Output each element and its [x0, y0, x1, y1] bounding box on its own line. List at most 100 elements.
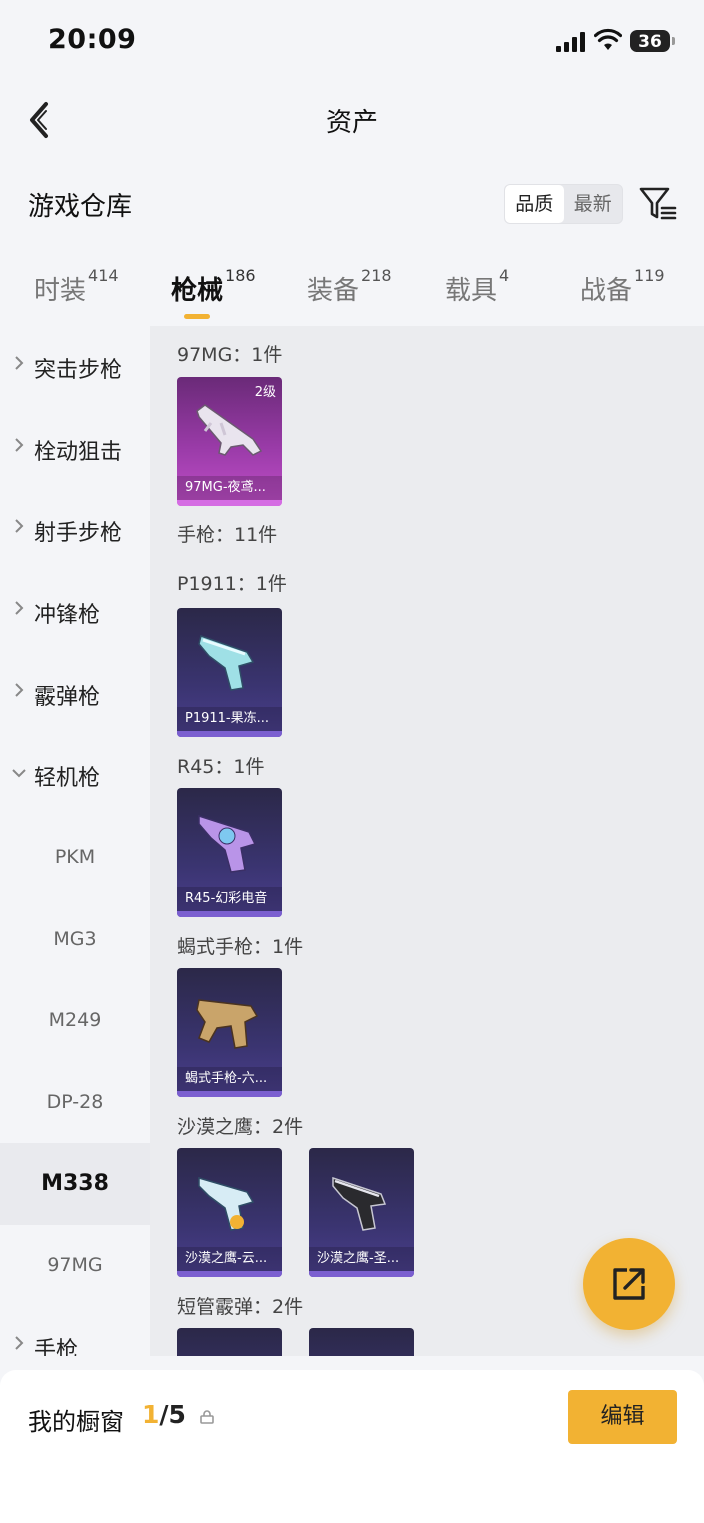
pistol-icon: [196, 999, 259, 1049]
chevron-right-icon: [15, 601, 24, 615]
showcase-bar: 我的橱窗 1/5 编辑: [0, 1370, 704, 1523]
rarity-bar: [309, 1271, 414, 1277]
sidebar-item-label: 手枪: [34, 1338, 79, 1356]
rarity-bar: [177, 1091, 282, 1097]
weapon-name: 97MG-夜鸢...: [177, 476, 282, 500]
battery-level: 36: [638, 32, 662, 52]
showcase-title: 我的橱窗: [28, 1408, 124, 1436]
tab-count: 4: [499, 266, 510, 285]
filter-icon: [639, 187, 677, 220]
share-button[interactable]: [583, 1238, 675, 1330]
sidebar-subitem-mg3[interactable]: MG3: [0, 898, 150, 980]
sidebar-subitem-m338[interactable]: M338: [0, 1143, 150, 1225]
sidebar-subitem-m249[interactable]: M249: [0, 979, 150, 1061]
weapon-card[interactable]: 蝎式手枪-六...: [177, 968, 282, 1097]
sort-toggle: 品质 最新: [504, 184, 623, 224]
lock-icon: [200, 1410, 214, 1424]
weapon-card[interactable]: 2级 97MG-夜鸢...: [177, 377, 282, 506]
weapon-name: 沙漠之鹰-云...: [177, 1247, 282, 1271]
group-title-desert-eagle: 沙漠之鹰：2件: [177, 1116, 304, 1138]
group-title-short-shotgun: 短管霰弹：2件: [177, 1296, 304, 1318]
group-title-r45: R45：1件: [177, 756, 265, 778]
weapon-card[interactable]: 沙漠之鹰-圣...: [309, 1148, 414, 1277]
battery-icon: 36: [630, 30, 670, 52]
sidebar-item-label: 轻机枪: [34, 766, 101, 791]
sidebar-item-lmg[interactable]: 轻机枪: [0, 734, 150, 816]
tab-count: 186: [225, 266, 256, 285]
page-title: 资产: [325, 108, 378, 138]
revolver-icon: [198, 814, 257, 873]
chevron-down-icon: [12, 769, 26, 778]
tab-weapons[interactable]: 枪械186: [171, 266, 256, 307]
sidebar-item-label: 霰弹枪: [34, 685, 101, 710]
section-title: 游戏仓库: [28, 192, 133, 222]
rarity-bar: [177, 500, 282, 506]
weapon-list: 97MG：1件 2级 97MG-夜鸢... 手枪：11件 P1911：1件 P1…: [150, 326, 704, 1356]
sidebar-item-label: 突击步枪: [34, 358, 123, 383]
tab-label: 载具: [445, 276, 498, 306]
tab-gear[interactable]: 战备119: [580, 266, 665, 307]
weapon-name: 蝎式手枪-六...: [177, 1067, 282, 1091]
group-title-p1911: P1911：1件: [177, 573, 287, 595]
group-title-97mg: 97MG：1件: [177, 344, 283, 366]
weapon-card[interactable]: [177, 1328, 282, 1356]
weapon-card[interactable]: R45-幻彩电音: [177, 788, 282, 917]
chevron-right-icon: [15, 438, 24, 452]
sort-latest-button[interactable]: 最新: [564, 185, 623, 223]
active-tab-indicator: [184, 314, 210, 319]
pistol-icon: [198, 1177, 255, 1231]
showcase-total: /5: [159, 1400, 186, 1429]
edit-button[interactable]: 编辑: [568, 1390, 677, 1444]
weapon-card[interactable]: P1911-果冻...: [177, 608, 282, 737]
weapon-name: R45-幻彩电音: [177, 887, 282, 911]
sidebar-item-label: 射手步枪: [34, 521, 123, 546]
chevron-right-icon: [15, 683, 24, 697]
chevron-right-icon: [15, 519, 24, 533]
group-title-pistol: 手枪：11件: [177, 524, 278, 546]
weapon-name: 沙漠之鹰-圣...: [309, 1247, 414, 1271]
tab-fashion[interactable]: 时装414: [34, 266, 119, 307]
filter-button[interactable]: [638, 184, 678, 224]
category-tabs: 时装414 枪械186 装备218 载具4 战备119: [0, 262, 704, 326]
group-title-scorpion: 蝎式手枪：1件: [177, 936, 304, 958]
sidebar-item-pistol[interactable]: 手枪: [0, 1306, 150, 1356]
battery-tip: [672, 37, 675, 45]
sidebar-subitem-pkm[interactable]: PKM: [0, 816, 150, 898]
sidebar-item-smg[interactable]: 冲锋枪: [0, 571, 150, 653]
sidebar-item-marksman-rifle[interactable]: 射手步枪: [0, 489, 150, 571]
signal-icon: [556, 32, 588, 52]
showcase-current: 1: [142, 1400, 160, 1429]
sort-quality-button[interactable]: 品质: [505, 185, 564, 223]
weapon-name: P1911-果冻...: [177, 707, 282, 731]
tab-label: 战备: [580, 276, 633, 306]
tab-equipment[interactable]: 装备218: [307, 266, 392, 307]
tab-vehicles[interactable]: 载具4: [445, 266, 509, 307]
share-icon: [613, 1268, 645, 1300]
sidebar-item-label: 冲锋枪: [34, 603, 101, 628]
chevron-right-icon: [15, 1336, 24, 1350]
sidebar-item-bolt-sniper[interactable]: 栓动狙击: [0, 408, 150, 490]
sidebar-subitem-dp28[interactable]: DP-28: [0, 1061, 150, 1143]
tab-count: 414: [88, 266, 119, 285]
showcase-count: 1/5: [142, 1400, 186, 1429]
rarity-bar: [177, 1271, 282, 1277]
rarity-bar: [177, 911, 282, 917]
tab-label: 枪械: [171, 276, 224, 306]
tab-label: 装备: [307, 276, 360, 306]
weapon-card[interactable]: [309, 1328, 414, 1356]
tab-count: 119: [634, 266, 665, 285]
pistol-icon: [198, 635, 255, 691]
pistol-icon: [332, 1176, 387, 1231]
tab-label: 时装: [34, 276, 87, 306]
sidebar-subitem-97mg[interactable]: 97MG: [0, 1224, 150, 1306]
sidebar-item-assault-rifle[interactable]: 突击步枪: [0, 326, 150, 408]
chevron-right-icon: [15, 356, 24, 370]
weapon-card[interactable]: 沙漠之鹰-云...: [177, 1148, 282, 1277]
sidebar-item-label: 栓动狙击: [34, 440, 123, 465]
rarity-bar: [177, 731, 282, 737]
rifle-icon: [196, 404, 263, 456]
tab-count: 218: [361, 266, 392, 285]
sidebar-item-shotgun[interactable]: 霰弹枪: [0, 653, 150, 735]
status-time: 20:09: [48, 24, 137, 55]
weapon-category-sidebar: 突击步枪 栓动狙击 射手步枪 冲锋枪 霰弹枪 轻机枪 PKM MG3 M249 …: [0, 326, 150, 1356]
